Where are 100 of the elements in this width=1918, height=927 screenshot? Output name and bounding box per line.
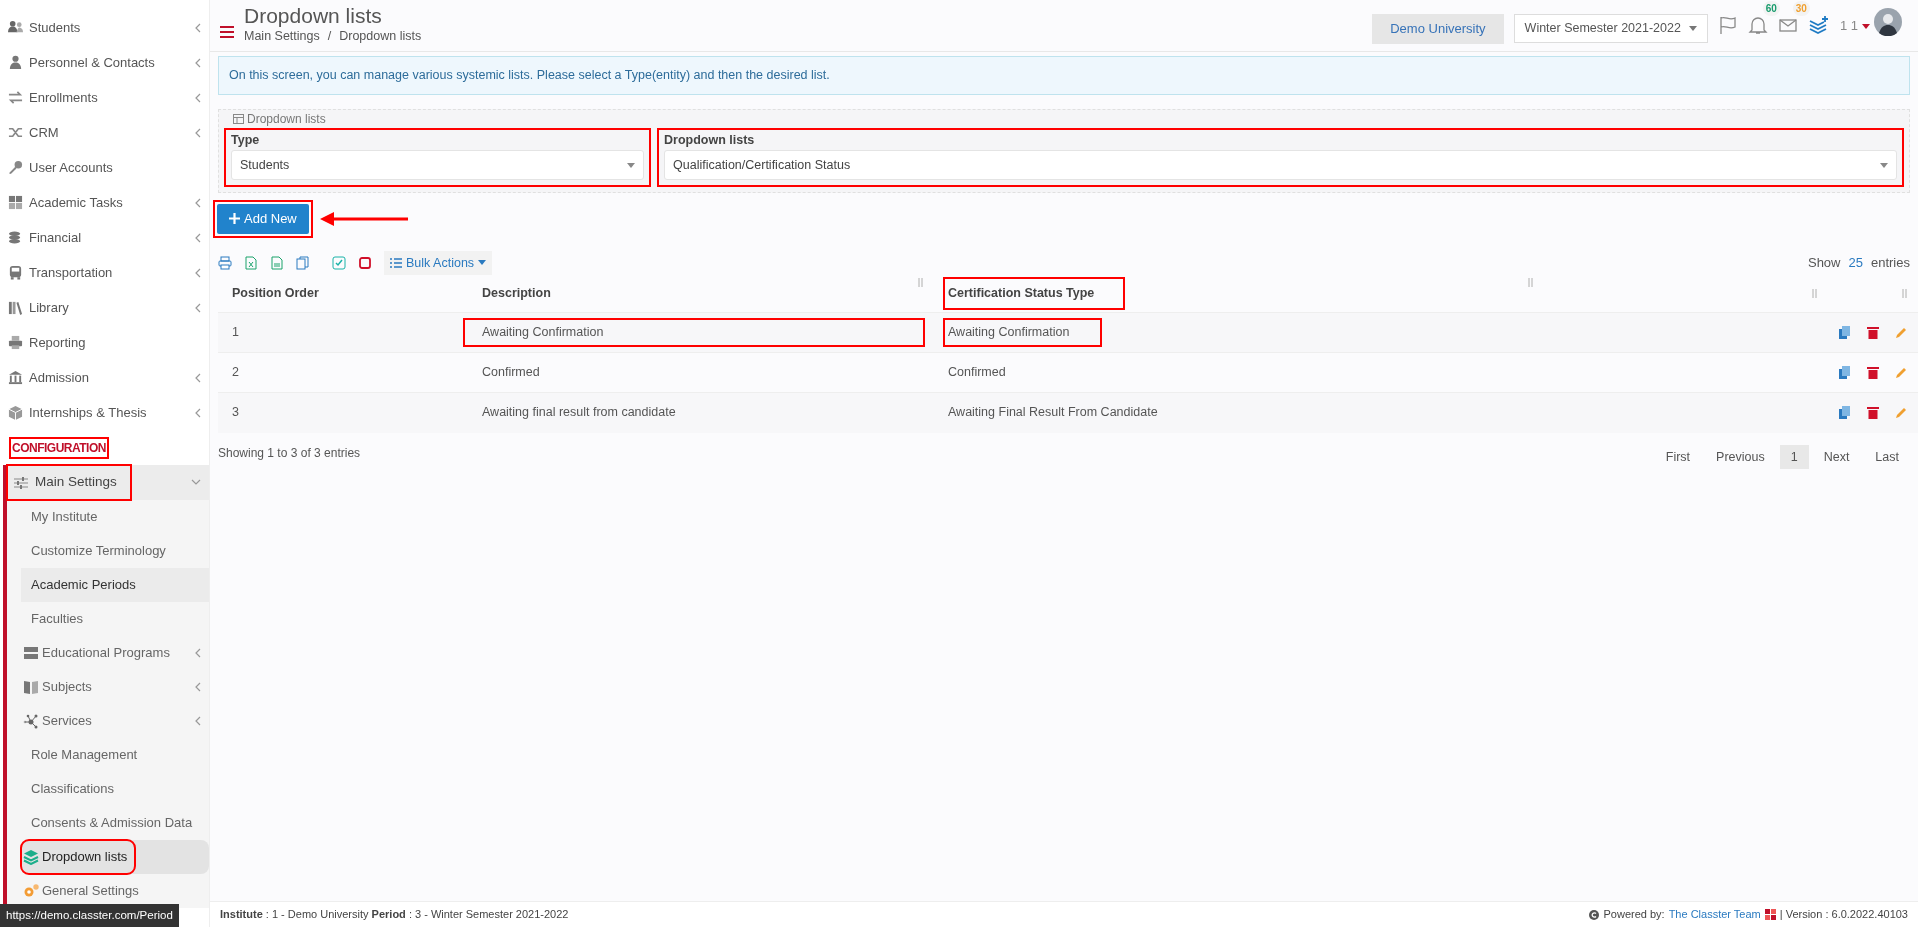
caret-icon bbox=[194, 302, 201, 313]
page-button[interactable]: First bbox=[1654, 444, 1702, 470]
sidebar-item[interactable]: Personnel & Contacts bbox=[0, 45, 209, 80]
submenu-item[interactable]: Educational Programs bbox=[21, 636, 209, 670]
sidebar-item[interactable]: Internships & Thesis bbox=[0, 395, 209, 430]
sidebar-item[interactable]: Transportation bbox=[0, 255, 209, 290]
plus-icon bbox=[229, 213, 240, 225]
sidebar-item[interactable]: CRM bbox=[0, 115, 209, 150]
caret-icon bbox=[194, 407, 201, 418]
print-icon[interactable] bbox=[218, 255, 232, 270]
copy-icon[interactable] bbox=[1838, 406, 1851, 420]
logo-icon bbox=[1764, 909, 1776, 920]
table-cell-text: Confirmed bbox=[947, 364, 1007, 382]
column-header[interactable]: Certification Status Type bbox=[944, 278, 1125, 309]
sidebar-item[interactable]: Financial bbox=[0, 220, 209, 255]
submenu-item[interactable]: Customize Terminology bbox=[21, 534, 209, 568]
caret-icon bbox=[194, 127, 201, 138]
submenu-item[interactable]: Services bbox=[21, 704, 209, 738]
users-icon bbox=[8, 20, 23, 35]
avatar[interactable] bbox=[1874, 8, 1902, 36]
pencil-icon[interactable] bbox=[1895, 326, 1908, 339]
sidebar-item[interactable]: Academic Tasks bbox=[0, 185, 209, 220]
caret-icon bbox=[194, 648, 201, 658]
cube-icon bbox=[8, 405, 23, 420]
table-cell-text: Awaiting final result from candidate bbox=[481, 404, 677, 422]
page-button[interactable]: Last bbox=[1864, 444, 1910, 470]
page-button[interactable]: Next bbox=[1812, 444, 1861, 470]
coins-icon bbox=[8, 230, 23, 245]
caret-icon bbox=[194, 267, 201, 278]
add-new-button[interactable]: Add New bbox=[217, 204, 309, 234]
caret-icon bbox=[194, 682, 201, 692]
submenu-item[interactable]: Academic Periods bbox=[21, 568, 209, 602]
network-icon bbox=[23, 713, 39, 729]
submenu-item[interactable]: My Institute bbox=[21, 500, 209, 534]
arrows-icon bbox=[8, 90, 23, 105]
sidebar-item[interactable]: Students bbox=[0, 10, 209, 45]
table-cell-text: 3 bbox=[231, 404, 240, 422]
select-field[interactable]: Qualification/Certification Status bbox=[664, 150, 1897, 180]
entries-label: entries bbox=[1870, 254, 1910, 273]
sidebar-item[interactable]: Admission bbox=[0, 360, 209, 395]
page-size-select[interactable]: 25 bbox=[1848, 253, 1863, 273]
period-select[interactable]: Winter Semester 2021-2022 bbox=[1513, 14, 1708, 43]
select-field[interactable]: Students bbox=[231, 150, 644, 180]
column-header[interactable]: Position Order bbox=[228, 278, 349, 309]
submenu-item[interactable]: Consents & Admission Data bbox=[21, 806, 209, 840]
submenu-item[interactable]: Faculties bbox=[21, 602, 209, 636]
sliders-icon bbox=[13, 474, 29, 491]
document-icon[interactable] bbox=[270, 255, 284, 270]
submenu-item[interactable]: Subjects bbox=[21, 670, 209, 704]
caret-icon bbox=[194, 372, 201, 383]
table-cell: Awaiting Confirmation bbox=[944, 319, 1102, 346]
breadcrumb-link[interactable]: Dropdown lists bbox=[339, 27, 422, 46]
layers-icon bbox=[23, 849, 39, 865]
caret-icon bbox=[1862, 23, 1870, 29]
layers-add-icon[interactable] bbox=[1807, 14, 1830, 35]
books-icon bbox=[8, 300, 23, 315]
spreadsheet-icon[interactable] bbox=[244, 255, 258, 270]
info-message: On this screen, you can manage various systemic lists. Please select a Type(entity) and then the desired list. bbox=[218, 56, 1910, 95]
trash-icon[interactable] bbox=[1867, 326, 1879, 339]
page-button[interactable]: 1 bbox=[1779, 444, 1809, 470]
caret-icon bbox=[194, 57, 201, 68]
caret-icon bbox=[1880, 162, 1888, 168]
field-label: Dropdown lists bbox=[664, 132, 756, 150]
submenu-item[interactable]: Classifications bbox=[21, 772, 209, 806]
pencil-icon[interactable] bbox=[1895, 366, 1908, 379]
copy-icon[interactable] bbox=[1838, 326, 1851, 339]
caret-icon bbox=[194, 92, 201, 103]
table-cell: Awaiting Confirmation bbox=[464, 319, 924, 346]
caret-icon bbox=[627, 162, 635, 168]
sidebar-item[interactable]: Reporting bbox=[0, 325, 209, 360]
submenu-item[interactable]: Role Management bbox=[21, 738, 209, 772]
breadcrumb-link[interactable]: Main Settings bbox=[244, 27, 320, 46]
institution-button[interactable]: Demo University bbox=[1372, 14, 1504, 44]
page-button[interactable]: Previous bbox=[1705, 444, 1776, 470]
sidebar-item[interactable]: Library bbox=[0, 290, 209, 325]
table-icon bbox=[233, 113, 244, 124]
page-title: Dropdown lists bbox=[244, 4, 383, 28]
menu-icon[interactable] bbox=[220, 26, 234, 38]
table-cell-text: 1 bbox=[231, 324, 240, 342]
copy-icon[interactable] bbox=[296, 255, 310, 270]
bulk-actions-button[interactable]: Bulk Actions bbox=[384, 250, 493, 276]
pencil-icon[interactable] bbox=[1895, 406, 1908, 420]
show-label: Show bbox=[1807, 254, 1841, 273]
trash-icon[interactable] bbox=[1867, 366, 1879, 379]
section-heading: CONFIGURATION bbox=[10, 437, 108, 458]
trash-icon[interactable] bbox=[1867, 406, 1879, 420]
table-summary: Showing 1 to 3 of 3 entries bbox=[218, 444, 361, 462]
square-icon[interactable] bbox=[358, 255, 372, 270]
table-cell-text: Awaiting Final Result From Candidate bbox=[947, 404, 1159, 422]
copy-icon[interactable] bbox=[1838, 366, 1851, 379]
caret-icon bbox=[194, 22, 201, 33]
team-link[interactable]: The Classter Team bbox=[1668, 906, 1761, 923]
sidebar-item[interactable]: Enrollments bbox=[0, 80, 209, 115]
check-square-icon[interactable] bbox=[332, 255, 346, 270]
bell-icon[interactable] bbox=[1747, 14, 1768, 35]
sidebar-item[interactable]: User Accounts bbox=[0, 150, 209, 185]
flag-icon[interactable] bbox=[1717, 14, 1738, 35]
column-header[interactable]: Description bbox=[478, 278, 581, 309]
copyright-icon bbox=[1589, 909, 1600, 920]
book-icon bbox=[23, 679, 39, 695]
